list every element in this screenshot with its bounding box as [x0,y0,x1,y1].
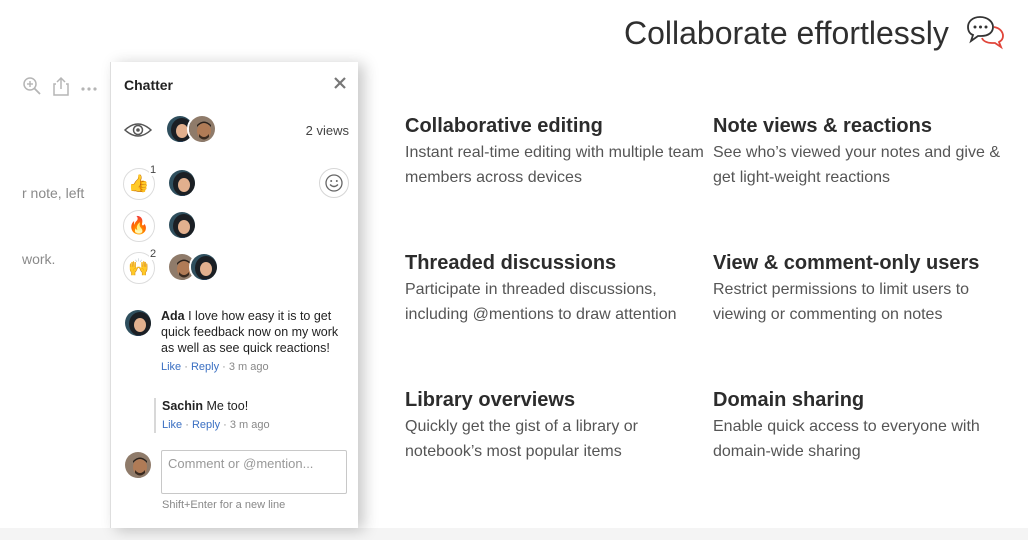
reply-author[interactable]: Sachin [162,399,203,413]
feature-library-overviews: Library overviews Quickly get the gist o… [405,388,705,464]
reply-link[interactable]: Reply [191,361,219,373]
feature-collaborative-editing: Collaborative editing Instant real-time … [405,114,705,190]
feature-note-views: Note views & reactions See who’s viewed … [713,114,1013,190]
comment-text: I love how easy it is to get quick feedb… [161,309,339,355]
like-link[interactable]: Like [161,361,181,373]
composer-hint: Shift+Enter for a new line [162,499,286,511]
note-toolbar [22,76,98,96]
bottom-strip [0,528,1028,540]
reaction-row: 👍 1 [123,164,349,200]
reply-meta: Like · Reply · 3 m ago [162,419,270,431]
feature-description: Participate in threaded discussions, inc… [405,281,677,323]
views-count[interactable]: 2 views [306,123,349,138]
raised-hands-icon: 🙌 [128,258,150,277]
feature-title: Library overviews [405,389,576,411]
reply-body: Sachin Me too! Like · Reply · 3 m ago [162,398,349,433]
background-note [22,62,112,528]
reply: Sachin Me too! Like · Reply · 3 m ago [154,398,349,433]
reaction-row: 🙌 2 [123,248,349,284]
add-reaction-button[interactable] [319,168,349,198]
note-text-line: work. [22,251,56,267]
avatar[interactable] [167,210,197,240]
avatar[interactable] [123,308,153,338]
avatar[interactable] [189,252,219,282]
reply-time: 3 m ago [229,419,270,431]
comment-time: 3 m ago [228,361,269,373]
avatar[interactable] [167,168,197,198]
close-icon [334,77,346,89]
chatter-title: Chatter [124,77,174,93]
feature-description: See who’s viewed your notes and give & g… [713,144,1000,186]
comment-input[interactable] [161,450,347,494]
feature-title: Threaded discussions [405,252,617,274]
feature-title: Domain sharing [713,389,865,411]
reaction-people [167,168,197,198]
chat-bubbles-icon [967,16,1004,50]
share-icon[interactable] [52,76,70,96]
feature-description: Restrict permissions to limit users to v… [713,281,970,323]
feature-title: Note views & reactions [713,115,932,137]
comment-meta: Like · Reply · 3 m ago [161,361,269,373]
reaction-people [167,210,197,240]
avatar [123,450,153,480]
feature-title: Collaborative editing [405,115,603,137]
feature-view-comment-users: View & comment-only users Restrict permi… [713,251,1013,327]
smiley-icon [325,174,343,192]
reaction-people [167,252,219,282]
reaction-count: 2 [149,248,158,260]
feature-domain-sharing: Domain sharing Enable quick access to ev… [713,388,1013,464]
feature-description: Instant real-time editing with multiple … [405,144,704,186]
reaction-button[interactable]: 🔥 [123,210,155,242]
reaction-row: 🔥 [123,208,349,242]
like-link[interactable]: Like [162,419,182,431]
close-button[interactable] [331,74,349,92]
fire-icon: 🔥 [128,216,150,235]
reply-link[interactable]: Reply [192,419,220,431]
feature-title: View & comment-only users [713,252,980,274]
page-title: Collaborate effortlessly [624,15,949,51]
reaction-count: 1 [149,164,158,176]
views-row: 2 views [123,114,349,146]
reply-text: Me too! [206,399,249,413]
viewer-avatars [165,114,217,144]
comment-author[interactable]: Ada [161,309,185,323]
zoom-icon[interactable] [22,76,42,96]
feature-description: Enable quick access to everyone with dom… [713,418,980,460]
chatter-panel: Chatter 2 views 👍 1 🔥 🙌 2 Ada I love how… [110,62,358,528]
eye-icon [123,123,153,137]
feature-threaded-discussions: Threaded discussions Participate in thre… [405,251,705,327]
comment-body: Ada I love how easy it is to get quick f… [161,308,351,375]
more-icon[interactable] [80,76,98,96]
feature-description: Quickly get the gist of a library or not… [405,418,638,460]
thumbs-up-icon: 👍 [128,174,150,193]
note-text-line: r note, left [22,185,85,201]
avatar[interactable] [187,114,217,144]
